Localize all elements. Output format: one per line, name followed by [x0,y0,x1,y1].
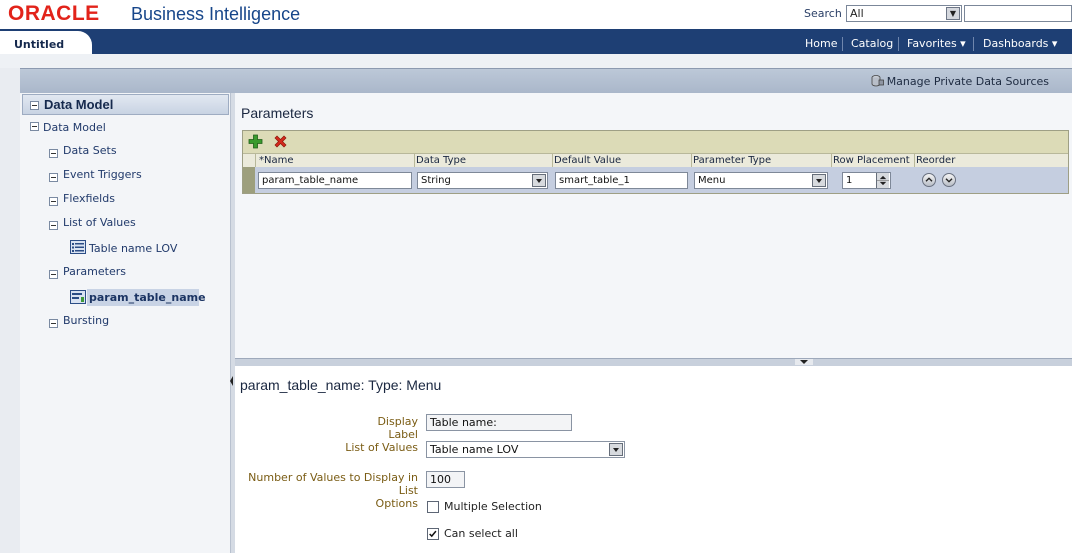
chevron-down-icon: ▼ [946,7,960,20]
column-divider [414,153,415,167]
manage-private-data-sources-label: Manage Private Data Sources [886,75,1049,88]
collapse-down-icon[interactable] [795,359,813,365]
manage-private-data-sources-button[interactable]: Manage Private Data Sources [871,75,1049,88]
column-header-parameter-type[interactable]: Parameter Type [693,155,771,166]
multiple-selection-label: Multiple Selection [444,500,542,513]
chevron-down-icon [609,443,623,456]
data-type-value: String [421,175,451,186]
collapse-icon[interactable] [30,122,39,131]
move-down-icon[interactable] [942,173,956,187]
display-label-field[interactable]: Table name: [426,414,572,431]
parameter-detail-title: param_table_name: Type: Menu [240,377,442,393]
parameter-type-value: Menu [698,175,726,186]
row-placement-value: 1 [846,175,853,186]
brand-bar: ORACLE Business Intelligence Search All … [0,0,1072,29]
tree-item-table-name-lov[interactable]: Table name LOV [89,242,177,255]
tree-item-event-triggers[interactable]: Event Triggers [63,168,142,181]
oracle-logo: ORACLE [8,2,100,25]
tree-item-param-table-name[interactable]: param_table_name [89,291,206,304]
search-scope-select[interactable]: All ▼ [846,5,962,22]
column-divider [914,153,915,167]
column-header-default-value[interactable]: Default Value [554,155,621,166]
chevron-down-icon [812,174,826,187]
tree-item-list-of-values[interactable]: List of Values [63,216,136,229]
collapse-icon[interactable] [49,149,58,158]
row-placement-stepper[interactable]: 1 [842,172,891,189]
data-type-select[interactable]: String [417,172,548,189]
collapse-icon[interactable] [49,173,58,182]
can-select-all-label: Can select all [444,527,518,540]
parameter-icon [70,290,86,304]
collapse-icon[interactable] [49,270,58,279]
chevron-down-icon [532,174,546,187]
document-tab-label: Untitled [14,38,65,51]
column-divider [691,153,692,167]
parameter-type-select[interactable]: Menu [694,172,828,189]
tree-item-data-sets[interactable]: Data Sets [63,144,117,157]
column-divider [255,153,256,167]
default-value-field[interactable]: smart_table_1 [555,172,688,189]
grid-toolbar [243,131,1068,153]
tree-item-parameters[interactable]: Parameters [63,265,126,278]
nav-home[interactable]: Home [805,37,837,50]
header-spacer [0,54,1072,68]
list-of-values-value: Table name LOV [430,443,519,456]
data-model-tree-panel: Data Model Data Model Data Sets Event Tr… [20,93,231,553]
move-up-icon[interactable] [922,173,936,187]
can-select-all-checkbox[interactable] [427,528,439,540]
search-input[interactable] [964,5,1072,22]
number-of-values-field[interactable]: 100 [426,471,465,488]
column-header-row-placement[interactable]: Row Placement [833,155,910,166]
column-header-reorder[interactable]: Reorder [916,155,955,166]
options-label: Options [375,497,418,510]
tree-item-bursting[interactable]: Bursting [63,314,109,327]
search-label: Search [804,7,842,20]
editor-toolbar: Manage Private Data Sources [20,68,1072,93]
number-of-values-label: Number of Values to Display in List [248,471,418,497]
collapse-left-icon[interactable] [229,372,234,390]
grid-header-row: *Name Data Type Default Value Parameter … [243,153,1068,167]
tree-panel-header[interactable]: Data Model [22,94,229,115]
row-handle[interactable] [243,167,255,193]
collapse-icon[interactable] [49,319,58,328]
nav-favorites[interactable]: Favorites ▾ [907,37,966,50]
document-tab[interactable]: Untitled [0,31,92,54]
list-of-values-label: List of Values [345,441,418,454]
tree-panel-title: Data Model [44,97,114,112]
nav-dashboards[interactable]: Dashboards ▾ [983,37,1057,50]
column-divider [831,153,832,167]
global-nav-bar: Untitled Home Catalog Favorites ▾ Dashbo… [0,29,1072,54]
tree-item-flexfields[interactable]: Flexfields [63,192,115,205]
parameter-detail-panel: param_table_name: Type: Menu Display Lab… [235,366,1072,553]
parameters-grid: *Name Data Type Default Value Parameter … [242,130,1069,194]
nav-separator [842,37,843,51]
database-icon [871,75,884,87]
horizontal-splitter[interactable] [235,358,1072,366]
parameters-title: Parameters [241,105,314,121]
list-of-values-select[interactable]: Table name LOV [426,441,625,458]
delete-icon[interactable] [273,134,288,149]
list-of-values-icon [70,240,86,254]
nav-separator [973,37,974,51]
parameters-panel: Parameters *Name Data Type Default Value… [235,93,1072,358]
name-field[interactable]: param_table_name [258,172,412,189]
column-divider [552,153,553,167]
product-name: Business Intelligence [131,4,301,24]
collapse-icon[interactable] [30,101,39,110]
display-label-label: Display Label [377,415,418,441]
collapse-icon[interactable] [49,197,58,206]
add-icon[interactable] [248,134,263,149]
nav-catalog[interactable]: Catalog [851,37,893,50]
column-header-data-type[interactable]: Data Type [416,155,466,166]
tree-item-data-model[interactable]: Data Model [43,121,106,134]
checkmark-icon [429,530,437,538]
nav-separator [898,37,899,51]
multiple-selection-checkbox[interactable] [427,501,439,513]
search-scope-value: All [850,7,864,20]
table-row[interactable]: param_table_name String smart_table_1 Me… [243,167,1068,193]
spinner-arrows-icon[interactable] [876,173,889,188]
collapse-icon[interactable] [49,221,58,230]
column-header-name[interactable]: *Name [259,155,294,166]
